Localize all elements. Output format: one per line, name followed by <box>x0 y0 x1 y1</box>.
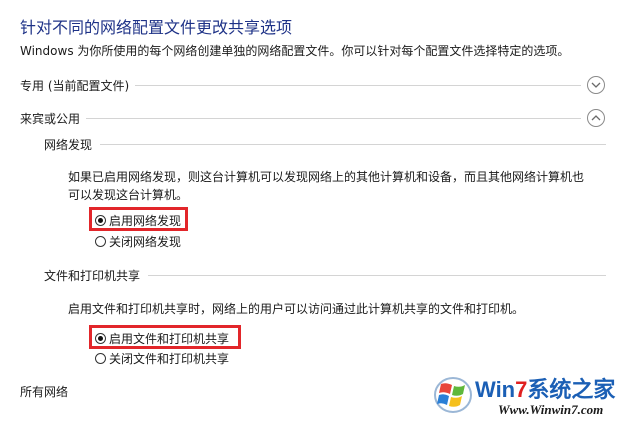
radio-enable-network-discovery[interactable]: 启用网络发现 <box>95 212 181 228</box>
page-description: Windows 为你所使用的每个网络创建单独的网络配置文件。你可以针对每个配置文… <box>20 44 570 58</box>
radio-button[interactable] <box>95 235 106 247</box>
group-label-file-printer-sharing: 文件和打印机共享 <box>44 268 141 283</box>
group-header-network-discovery: 网络发现 <box>44 135 606 153</box>
group-divider <box>148 274 606 276</box>
section-label-guest-public: 来宾或公用 <box>20 111 81 126</box>
radio-button-checked[interactable] <box>95 332 106 344</box>
section-divider <box>135 84 581 86</box>
radio-label: 启用网络发现 <box>109 213 182 228</box>
radio-disable-network-discovery[interactable]: 关闭网络发现 <box>95 233 181 249</box>
group-header-file-printer-sharing: 文件和打印机共享 <box>44 266 606 284</box>
network-discovery-description-line1: 如果已启用网络发现，则这台计算机可以发现网络上的其他计算机和设备，而且其他网络计… <box>68 170 585 184</box>
file-printer-sharing-description: 启用文件和打印机共享时，网络上的用户可以访问通过此计算机共享的文件和打印机。 <box>68 302 525 316</box>
watermark-url: Www.Winwin7.com <box>498 402 604 417</box>
section-label-all-networks: 所有网络 <box>20 385 69 399</box>
watermark-brand: Win7系统之家 <box>475 372 615 404</box>
radio-label: 关闭文件和打印机共享 <box>109 351 230 366</box>
network-discovery-description-line2: 可以发现这台计算机。 <box>68 188 189 202</box>
watermark-brand-7: 7 <box>515 377 528 402</box>
radio-button-checked[interactable] <box>95 214 106 226</box>
watermark-brand-rest: 系统之家 <box>527 377 616 402</box>
radio-enable-file-printer-sharing[interactable]: 启用文件和打印机共享 <box>95 330 229 346</box>
windows-logo-icon <box>433 374 473 418</box>
radio-button[interactable] <box>95 352 106 364</box>
section-label-private: 专用 (当前配置文件) <box>20 78 130 93</box>
radio-label: 关闭网络发现 <box>109 234 182 249</box>
chevron-up-icon[interactable] <box>587 109 605 127</box>
section-header-guest-public[interactable]: 来宾或公用 <box>20 107 605 129</box>
watermark-brand-win: Win <box>475 377 516 402</box>
page-title: 针对不同的网络配置文件更改共享选项 <box>20 18 293 37</box>
group-label-network-discovery: 网络发现 <box>44 137 93 152</box>
radio-label: 启用文件和打印机共享 <box>109 331 230 346</box>
group-divider <box>100 143 606 145</box>
section-divider <box>86 117 581 119</box>
network-discovery-description: 如果已启用网络发现，则这台计算机可以发现网络上的其他计算机和设备，而且其他网络计… <box>68 168 608 204</box>
section-header-all-networks[interactable]: 所有网络 <box>20 383 68 400</box>
section-header-private[interactable]: 专用 (当前配置文件) <box>20 74 605 96</box>
chevron-down-icon[interactable] <box>587 76 605 94</box>
radio-disable-file-printer-sharing[interactable]: 关闭文件和打印机共享 <box>95 350 229 366</box>
